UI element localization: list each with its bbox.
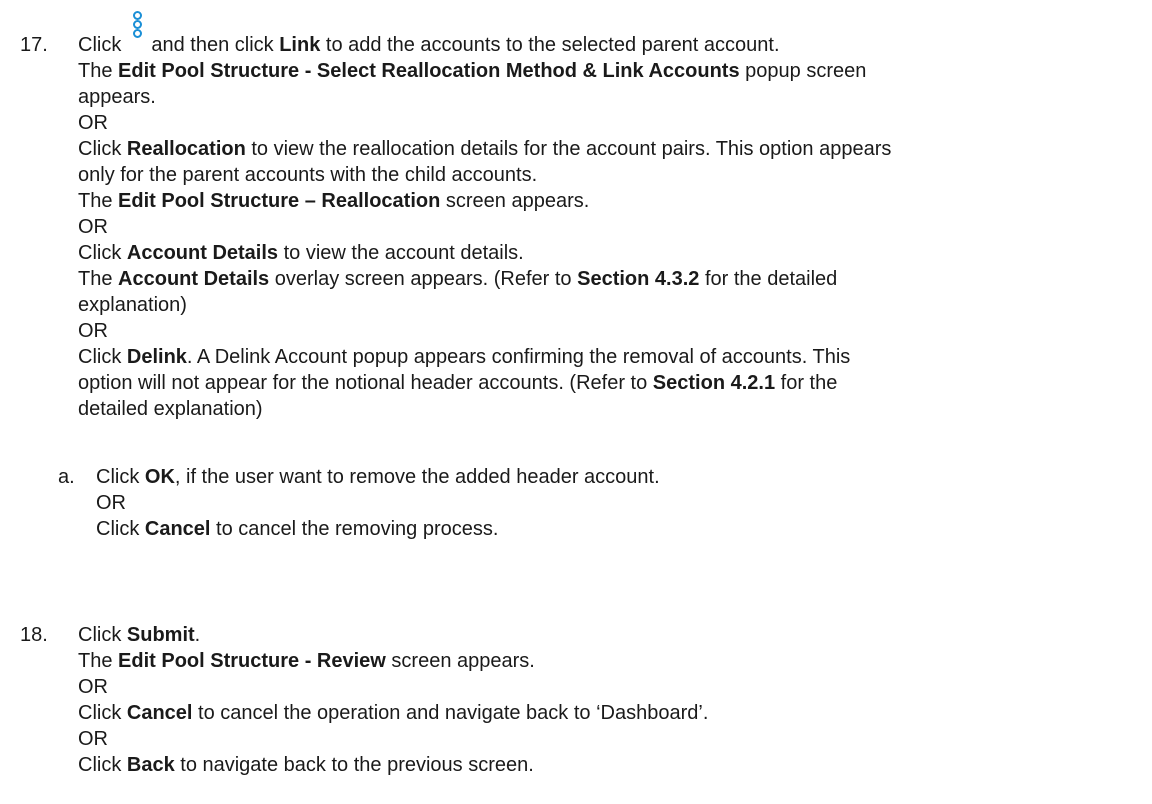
instruction-line: Click Cancel to cancel the operation and…: [78, 702, 709, 724]
instruction-line: Click Delink. A Delink Account popup app…: [78, 346, 851, 368]
step-number: 18.: [20, 624, 48, 646]
instruction-line: Click Reallocation to view the reallocat…: [78, 138, 892, 160]
instruction-line: Click and then click Link to add the acco…: [78, 11, 1128, 58]
instruction-line: only for the parent accounts with the ch…: [78, 164, 538, 186]
or-separator: OR: [78, 320, 108, 342]
instruction-line: The Edit Pool Structure - Review screen …: [78, 650, 535, 672]
or-separator: OR: [78, 676, 108, 698]
or-separator: OR: [78, 112, 108, 134]
instruction-line: The Edit Pool Structure – Reallocation s…: [78, 190, 590, 212]
vertical-ellipsis-icon: [131, 11, 143, 58]
instruction-line: Click Account Details to view the accoun…: [78, 242, 524, 264]
instruction-line: Click Back to navigate back to the previ…: [78, 754, 534, 776]
instruction-line: Click Submit.: [78, 624, 201, 646]
instruction-line: Click Cancel to cancel the removing proc…: [96, 518, 499, 540]
instruction-line: The Account Details overlay screen appea…: [78, 268, 838, 290]
or-separator: OR: [96, 492, 126, 514]
or-separator: OR: [78, 728, 108, 750]
step-17-body: Click and then click Link to add the acco…: [78, 11, 1128, 422]
step-number: 17.: [20, 34, 48, 56]
sub-step-letter: a.: [58, 466, 75, 488]
instruction-line: explanation): [78, 294, 187, 316]
instruction-line: The Edit Pool Structure - Select Realloc…: [78, 60, 867, 82]
instruction-line: Click OK, if the user want to remove the…: [96, 466, 660, 488]
step-18-body: Click Submit. The Edit Pool Structure - …: [78, 622, 1128, 778]
sub-step-a-body: Click OK, if the user want to remove the…: [96, 464, 1056, 542]
instruction-line: appears.: [78, 86, 156, 108]
instruction-line: detailed explanation): [78, 398, 263, 420]
or-separator: OR: [78, 216, 108, 238]
instruction-line: option will not appear for the notional …: [78, 372, 838, 394]
